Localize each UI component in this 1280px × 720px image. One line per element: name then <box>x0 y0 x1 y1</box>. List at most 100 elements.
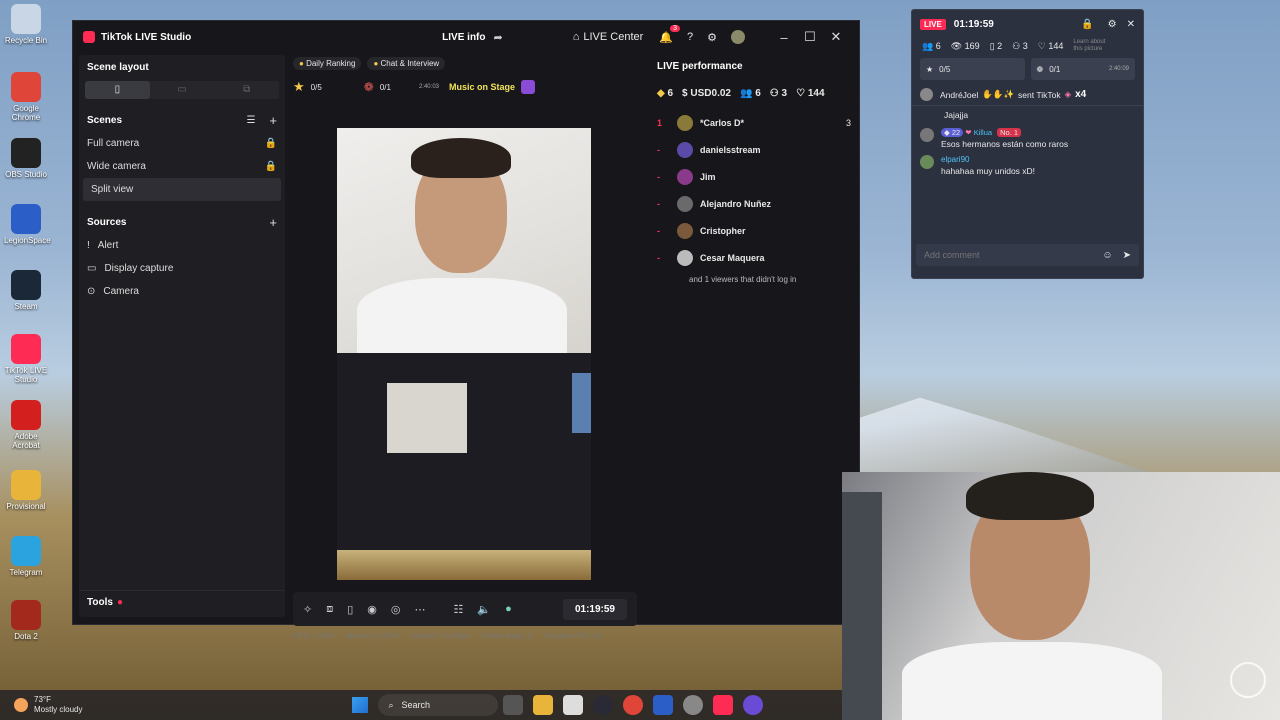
search-icon: ⌕ <box>388 699 394 710</box>
scene-label: Split view <box>91 184 134 195</box>
tiktok-taskbar-icon[interactable] <box>713 695 734 715</box>
chat-views: 👁 169 <box>950 40 980 51</box>
weather-icon <box>14 698 28 712</box>
list-icon[interactable]: ☰ <box>246 115 255 126</box>
followers-stat: ⚇ 3 <box>769 87 788 99</box>
desktop-icon[interactable]: Telegram <box>4 536 48 577</box>
source-item[interactable]: ⊙ Camera <box>79 280 285 303</box>
desktop-icon[interactable]: Provisional <box>4 470 48 511</box>
desktop-icon[interactable]: Dota 2 <box>4 600 48 641</box>
magic-icon[interactable]: ✧ <box>303 603 312 616</box>
star-icon: ★ <box>293 79 305 94</box>
mixer-icon[interactable]: ☷ <box>454 603 464 616</box>
more-icon[interactable]: ⋯ <box>415 603 426 616</box>
desktop-icon[interactable]: Adobe Acrobat <box>4 400 48 450</box>
viewer-row[interactable]: - danielsstream <box>657 136 855 163</box>
desktop-app-icon <box>11 204 41 234</box>
desktop-icon-label: Provisional <box>6 502 46 511</box>
clip-icon[interactable]: ◎ <box>391 603 401 616</box>
lenovo-taskbar-icon[interactable] <box>653 695 674 715</box>
rank-badge: No. 1 <box>997 128 1022 137</box>
source-item[interactable]: ▭ Display capture <box>79 257 285 280</box>
desktop-app-icon <box>11 334 41 364</box>
speaker-icon[interactable]: 🔈 <box>477 603 491 616</box>
lock-icon[interactable]: 🔒 <box>265 161 277 172</box>
chat-close-icon[interactable]: ✕ <box>1127 19 1135 30</box>
settings-taskbar-icon[interactable] <box>683 695 704 715</box>
calculator-icon[interactable] <box>563 695 584 715</box>
layout-dual-button[interactable]: ⧉ <box>214 81 279 99</box>
chat-settings-icon[interactable]: ⚙ <box>1108 19 1117 30</box>
viewers-note: and 1 viewers that didn't log in <box>689 275 797 284</box>
start-button-icon[interactable] <box>352 697 369 713</box>
tools-dot-icon: ● <box>116 596 123 608</box>
layout-landscape-button[interactable]: ▭ <box>150 81 215 99</box>
desktop-icon[interactable]: TikTok LIVE Studio <box>4 334 48 384</box>
tools-row[interactable]: Tools ● <box>79 590 285 613</box>
app-taskbar-icon[interactable] <box>743 695 764 715</box>
scene-label: Wide camera <box>87 161 146 172</box>
desktop-icon[interactable]: Steam <box>4 270 48 311</box>
send-icon[interactable]: ➤ <box>1123 250 1131 261</box>
task-view-icon[interactable] <box>503 695 524 715</box>
gear-icon[interactable]: ⚙ <box>707 31 717 44</box>
comment-input[interactable] <box>924 250 1103 260</box>
gift-banner: AndréJoel ✋✋✨ sent TikTok ◈ x4 <box>912 84 1143 106</box>
close-button[interactable]: ✕ <box>823 21 849 53</box>
chat-goal-two: ❁ 0/1 2:40:09 <box>1030 58 1135 80</box>
desktop-icon-label: LegionSpace <box>4 236 51 245</box>
desktop-icon[interactable]: Google Chrome <box>4 72 48 122</box>
share-icon[interactable]: ➦ <box>494 31 503 44</box>
taskbar: 73°F Mostly cloudy ⌕ Search <box>0 690 842 720</box>
desktop-icon[interactable]: Recycle Bin <box>4 4 48 45</box>
live-info-button[interactable]: LIVE info <box>442 32 485 43</box>
dollar-icon: $ <box>682 87 688 99</box>
viewer-row[interactable]: - Jim <box>657 163 855 190</box>
lock-icon[interactable]: 🔒 <box>1081 19 1093 30</box>
gift-icon: ❁ <box>363 80 374 94</box>
obs-taskbar-icon[interactable] <box>593 695 614 715</box>
desktop-icon[interactable]: LegionSpace <box>4 204 51 245</box>
weather-widget[interactable]: 73°F Mostly cloudy <box>34 695 82 715</box>
maximize-button[interactable]: ☐ <box>797 21 823 53</box>
screenshot-icon[interactable]: ⧈ <box>326 603 333 616</box>
viewer-row[interactable]: - Alejandro Nuñez <box>657 190 855 217</box>
bell-icon[interactable]: 🔔 3 <box>659 24 680 44</box>
add-scene-icon[interactable]: + <box>269 113 277 128</box>
avatar[interactable] <box>731 30 745 44</box>
control-bar: ✧ ⧈ ▯ ◉ ◎ ⋯ ☷ 🔈 ● 01:19:59 <box>293 592 637 626</box>
viewer-row[interactable]: - Cristopher <box>657 217 855 244</box>
viewer-rank: 1 <box>657 117 663 128</box>
source-item[interactable]: ! Alert <box>79 234 285 257</box>
record-icon[interactable]: ◉ <box>367 603 377 616</box>
file-explorer-icon[interactable] <box>533 695 554 715</box>
chrome-taskbar-icon[interactable] <box>623 695 644 715</box>
scene-item[interactable]: Full camera 🔒 <box>79 132 285 155</box>
layout-toggle: ▯ ▭ ⧉ <box>85 81 279 99</box>
viewer-row[interactable]: 1 *Carlos D* 3 <box>657 109 855 136</box>
add-source-icon[interactable]: + <box>269 215 277 230</box>
home-icon: ⌂ <box>572 31 580 43</box>
mic-icon[interactable]: ● <box>505 603 512 615</box>
title-bar: TikTok LIVE Studio LIVE info ➦ ⌂ LIVE Ce… <box>73 21 859 53</box>
layout-portrait-button[interactable]: ▯ <box>85 81 150 99</box>
phone-icon[interactable]: ▯ <box>347 603 353 616</box>
tab-chat-interview[interactable]: ● Chat & Interview <box>367 56 446 70</box>
lock-icon[interactable]: 🔒 <box>265 138 277 149</box>
minimize-button[interactable]: – <box>771 21 797 53</box>
emoji-icon[interactable]: ☺ <box>1102 250 1112 261</box>
scene-item[interactable]: Wide camera 🔒 <box>79 155 285 178</box>
live-center-button[interactable]: LIVE Center <box>583 31 643 43</box>
chat-followers: ⚇ 3 <box>1012 40 1028 51</box>
help-icon[interactable]: ? <box>687 31 693 43</box>
music-on-stage-label[interactable]: Music on Stage <box>449 82 515 92</box>
live-performance-panel: LIVE performance ◆ 6 $ USD0.02 👥 6 ⚇ 3 ♡… <box>651 55 855 617</box>
viewer-row[interactable]: - Cesar Maquera <box>657 244 855 271</box>
taskbar-search[interactable]: ⌕ Search <box>378 694 499 716</box>
viewer-name: Alejandro Nuñez <box>700 198 772 209</box>
scene-item[interactable]: Split view <box>83 178 281 201</box>
desktop-icon[interactable]: OBS Studio <box>4 138 48 179</box>
chat-stats: 👥 6 👁 169 ▯ 2 ⚇ 3 ♡ 144 Learn about this… <box>912 38 1143 54</box>
learn-about-picture[interactable]: Learn about this picture <box>1073 39 1113 53</box>
tab-daily-ranking[interactable]: ● Daily Ranking <box>293 56 362 70</box>
